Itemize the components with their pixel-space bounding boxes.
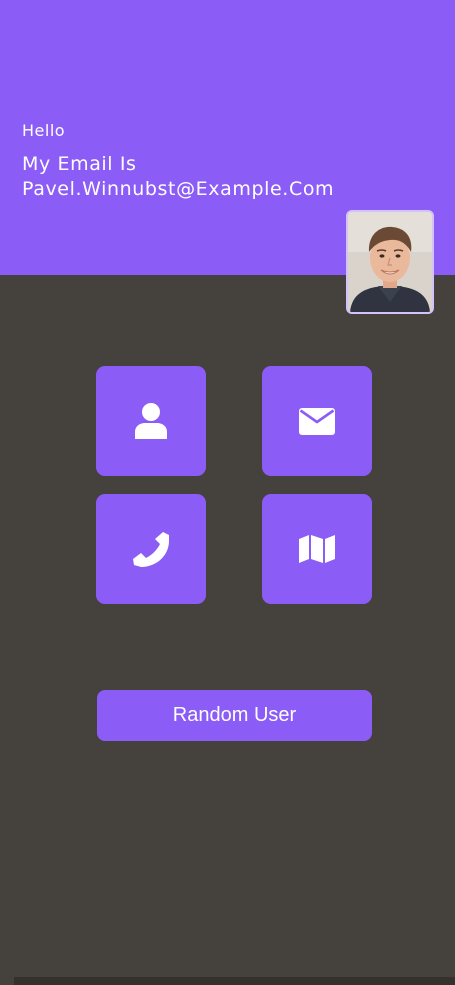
avatar bbox=[346, 210, 434, 314]
user-tile-button[interactable] bbox=[96, 366, 206, 476]
email-tile-button[interactable] bbox=[262, 366, 372, 476]
random-user-button[interactable]: Random User bbox=[97, 690, 372, 741]
user-icon bbox=[135, 403, 167, 439]
greeting-text: Hello bbox=[22, 121, 66, 140]
info-value: Pavel.Winnubst@Example.Com bbox=[22, 178, 335, 200]
phone-icon bbox=[133, 531, 169, 567]
phone-tile-button[interactable] bbox=[96, 494, 206, 604]
map-icon bbox=[299, 535, 335, 563]
envelope-icon bbox=[299, 407, 335, 435]
bottom-scrollbar bbox=[14, 977, 455, 985]
info-label: My Email Is bbox=[22, 153, 137, 175]
map-tile-button[interactable] bbox=[262, 494, 372, 604]
